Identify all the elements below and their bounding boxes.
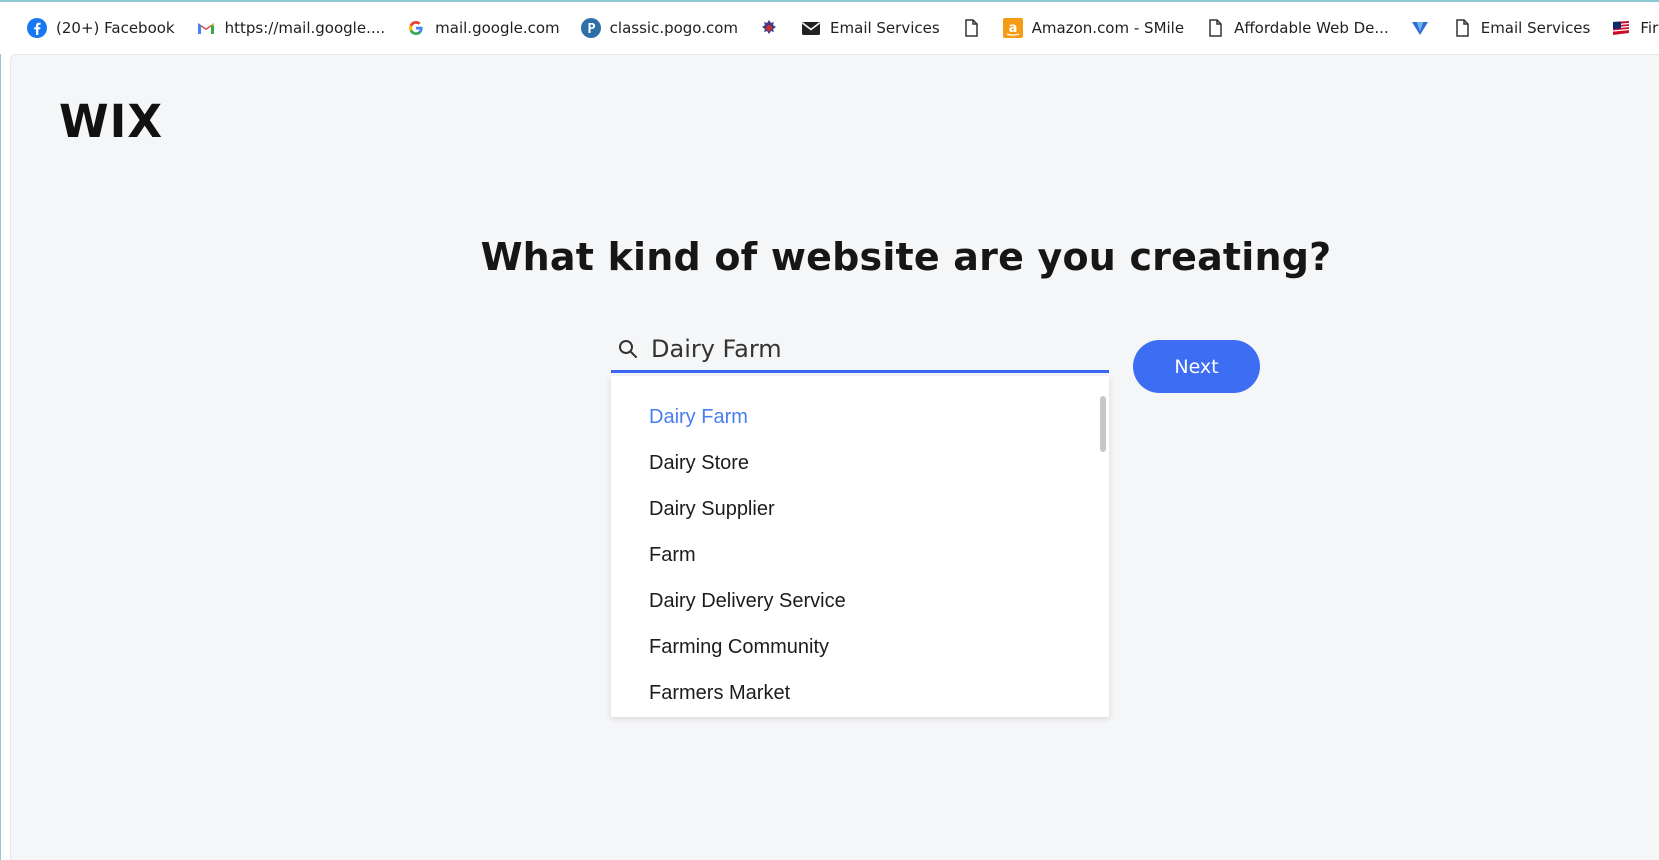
suggestion-item[interactable]: Farming Community: [611, 624, 1109, 670]
bookmark-label: classic.pogo.com: [609, 19, 739, 37]
bookmark-first-citizens[interactable]: First Citizens Bank -...: [1610, 12, 1659, 44]
bookmark-gmail[interactable]: https://mail.google....: [195, 12, 386, 44]
page-title: What kind of website are you creating?: [480, 235, 1332, 279]
crest-icon: [758, 17, 780, 39]
bookmark-email-services-2[interactable]: Email Services: [1451, 12, 1591, 44]
gmail-icon: [195, 17, 217, 39]
amazon-icon: a: [1002, 17, 1024, 39]
suggestion-item[interactable]: Dairy Farm: [611, 394, 1109, 440]
suggestion-item[interactable]: Farm: [611, 532, 1109, 578]
google-icon: [405, 17, 427, 39]
bookmark-label: Email Services: [1480, 19, 1591, 37]
bookmarks-bar: (20+) Facebook https://mail.google.... m…: [0, 2, 1659, 54]
suggestions-dropdown: Dairy Farm Dairy Store Dairy Supplier Fa…: [611, 376, 1109, 717]
bookmark-label: https://mail.google....: [224, 19, 386, 37]
next-button[interactable]: Next: [1133, 340, 1260, 393]
bookmark-amazon[interactable]: a Amazon.com - SMile: [1002, 12, 1184, 44]
bookmark-facebook[interactable]: (20+) Facebook: [26, 12, 175, 44]
v-logo-icon: [1409, 17, 1431, 39]
search-field[interactable]: [611, 327, 1109, 373]
flag-icon: [1610, 17, 1632, 39]
suggestion-item[interactable]: Dairy Store: [611, 440, 1109, 486]
bookmark-label: Affordable Web De...: [1234, 19, 1389, 37]
bookmark-google[interactable]: mail.google.com: [405, 12, 560, 44]
envelope-icon: [800, 17, 822, 39]
pogo-icon: [580, 17, 602, 39]
bookmark-label: mail.google.com: [435, 19, 560, 37]
document-icon: [960, 17, 982, 39]
facebook-icon: [26, 17, 48, 39]
bookmark-email-services[interactable]: Email Services: [800, 12, 940, 44]
bookmark-label: (20+) Facebook: [56, 19, 175, 37]
suggestion-item[interactable]: Dairy Supplier: [611, 486, 1109, 532]
bookmark-affordable-web[interactable]: Affordable Web De...: [1204, 12, 1389, 44]
search-icon: [617, 338, 639, 360]
document-icon: [1204, 17, 1226, 39]
page-viewport: WIX What kind of website are you creatin…: [10, 54, 1659, 860]
bookmark-v-logo[interactable]: [1409, 12, 1431, 44]
svg-text:a: a: [1008, 21, 1017, 36]
search-input[interactable]: [651, 334, 1091, 363]
bookmark-pogo[interactable]: classic.pogo.com: [580, 12, 738, 44]
suggestion-item[interactable]: Farmers Market: [611, 670, 1109, 716]
suggestion-item[interactable]: Dairy Delivery Service: [611, 578, 1109, 624]
bookmark-label: Email Services: [830, 19, 940, 37]
wix-logo[interactable]: WIX: [59, 95, 163, 148]
bookmark-page[interactable]: [960, 12, 982, 44]
bookmark-crest[interactable]: [758, 12, 780, 44]
document-icon: [1451, 17, 1473, 39]
bookmark-label: First Citizens Bank -...: [1640, 19, 1659, 37]
bookmark-label: Amazon.com - SMile: [1031, 19, 1185, 37]
dropdown-scrollbar[interactable]: [1100, 396, 1106, 452]
